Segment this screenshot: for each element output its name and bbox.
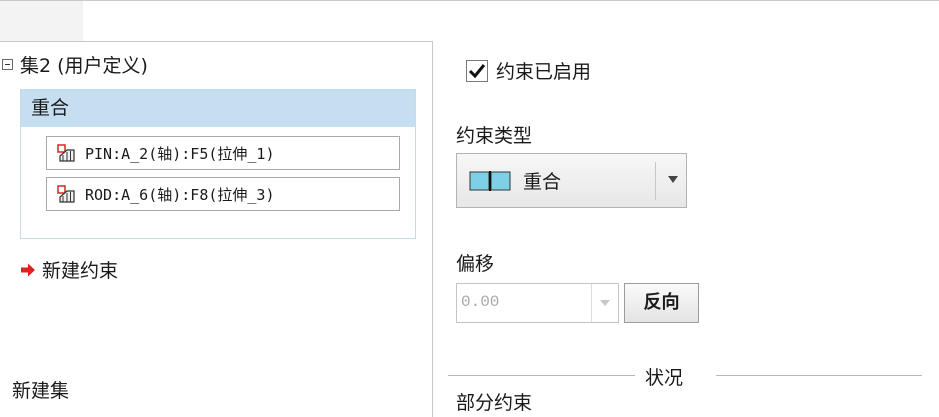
assembly-component-icon [57,185,75,203]
reference-item[interactable]: ROD:A_6(轴):F8(拉伸_3) [46,177,400,211]
constraint-type-select[interactable]: 重合 [456,153,687,208]
offset-field[interactable] [456,283,619,323]
set-node[interactable]: 集2 (用户定义) [0,51,148,78]
status-heading: 状况 [645,367,684,389]
constraint-type-heading: 约束类型 [456,125,533,147]
top-border [0,0,939,1]
status-separator: 状况 [448,365,922,389]
top-tab-area [0,1,83,41]
new-constraint-label: 新建约束 [42,260,119,282]
checkmark-icon [468,63,486,78]
offset-input[interactable] [457,284,581,320]
offset-heading: 偏移 [456,253,495,275]
new-constraint-item[interactable]: 新建约束 [20,256,118,283]
assembly-component-icon [57,144,75,162]
chevron-down-icon[interactable] [668,176,678,183]
enabled-checkbox[interactable] [466,59,488,82]
reference-text: PIN:A_2(轴):F5(拉伸_1) [85,144,275,163]
divider [716,375,922,376]
red-arrow-icon [21,263,35,276]
enabled-label: 约束已启用 [496,61,592,83]
reference-text: ROD:A_6(轴):F8(拉伸_3) [85,185,275,204]
select-divider [655,162,656,200]
coincident-icon [469,170,511,191]
new-set-item[interactable]: 新建集 [12,376,69,403]
collapse-icon[interactable] [2,59,13,70]
constraint-enabled-toggle[interactable]: 约束已启用 [466,57,591,84]
set-label: 集2 (用户定义) [20,55,148,77]
status-value: 部分约束 [456,392,533,414]
constraint-type-value: 重合 [523,171,562,193]
flip-button[interactable]: 反向 [624,283,699,323]
reference-item[interactable]: PIN:A_2(轴):F5(拉伸_1) [46,136,400,170]
divider [448,375,635,376]
constraint-sets-panel: 集2 (用户定义) 重合 PIN:A_2(轴):F5(拉伸_1) ROD:A_6… [0,41,433,417]
chevron-down-icon[interactable] [591,284,618,322]
constraint-type-label[interactable]: 重合 [21,90,415,127]
constraint-node[interactable]: 重合 PIN:A_2(轴):F5(拉伸_1) ROD:A_6(轴):F8(拉伸_… [20,89,416,239]
